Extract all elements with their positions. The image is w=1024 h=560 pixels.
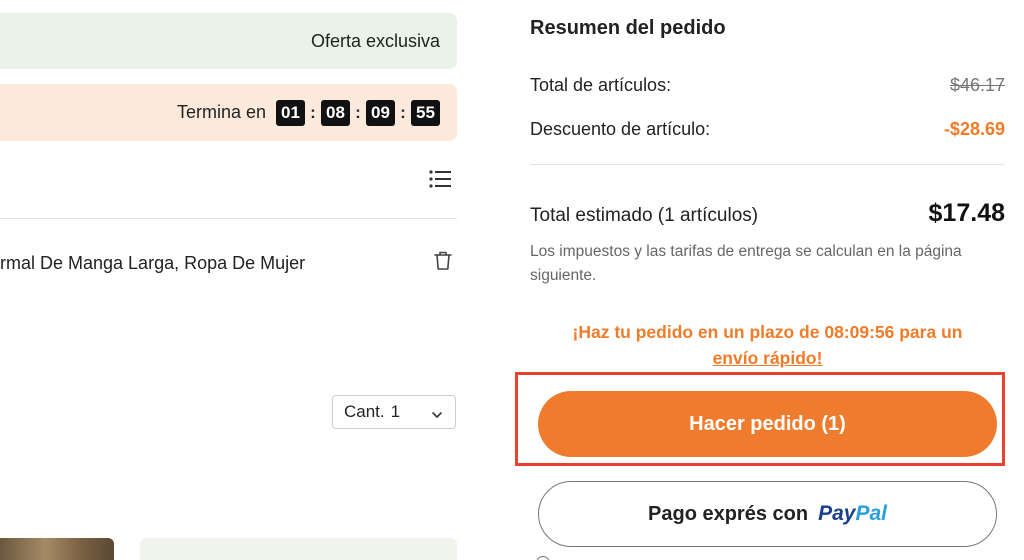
delivery-urgency-message: ¡Haz tu pedido en un plazo de 08:09:56 p… [530, 319, 1005, 371]
product-title[interactable]: rmal De Manga Larga, Ropa De Mujer [0, 253, 305, 274]
urgency-line-link[interactable]: envío rápido! [530, 345, 1005, 371]
recommendation-card[interactable] [140, 538, 457, 560]
countdown-label: Termina en [176, 102, 266, 122]
discount-row: Descuento de artículo: -$28.69 [530, 119, 1005, 140]
paypal-logo-pay: Pay [818, 502, 856, 525]
trash-icon[interactable] [432, 249, 454, 273]
chevron-down-icon [431, 406, 443, 418]
countdown-hours: 08 [321, 99, 350, 126]
place-order-button[interactable]: Hacer pedido (1) [538, 391, 997, 457]
countdown-days: 01 [276, 99, 305, 126]
paypal-prefix: Pago exprés con [648, 502, 809, 525]
product-thumbnail[interactable] [0, 538, 114, 560]
offer-label: Oferta exclusiva [310, 30, 440, 51]
paypal-logo-pal: Pal [855, 502, 887, 525]
paypal-logo: PayPal [818, 502, 887, 526]
countdown-banner: Termina en 01 : 08 : 09 : 55 [0, 84, 457, 141]
urgency-line: ¡Haz tu pedido en un plazo de 08:09:56 p… [572, 322, 963, 342]
countdown-seconds: 55 [411, 99, 440, 126]
quantity-select[interactable]: Cant. 1 [332, 395, 456, 429]
total-items-value: $46.17 [949, 75, 1005, 95]
total-items-row: Total de artículos: $46.17 [530, 75, 1005, 96]
quantity-label: Cant. [344, 402, 385, 421]
discount-value: -$28.69 [943, 119, 1005, 139]
total-items-label: Total de artículos: [530, 75, 672, 95]
quantity-value: 1 [390, 402, 401, 421]
estimated-total-row: Total estimado (1 artículos) $17.48 [530, 199, 1005, 228]
divider [530, 164, 1005, 165]
radio-button[interactable] [536, 556, 550, 560]
tax-note: Los impuestos y las tarifas de entrega s… [530, 243, 962, 284]
order-summary-title: Resumen del pedido [530, 17, 726, 39]
countdown-separator: : [400, 102, 406, 122]
paypal-express-button[interactable]: Pago exprés con PayPal [538, 481, 997, 547]
exclusive-offer-banner: Oferta exclusiva [0, 13, 457, 69]
list-icon[interactable] [428, 168, 452, 190]
discount-label: Descuento de artículo: [530, 119, 711, 139]
divider [0, 218, 457, 219]
countdown-separator: : [310, 102, 316, 122]
countdown-minutes: 09 [366, 99, 395, 126]
estimated-total-value: $17.48 [928, 199, 1005, 227]
estimated-total-label: Total estimado (1 artículos) [530, 205, 759, 226]
countdown-separator: : [355, 102, 361, 122]
